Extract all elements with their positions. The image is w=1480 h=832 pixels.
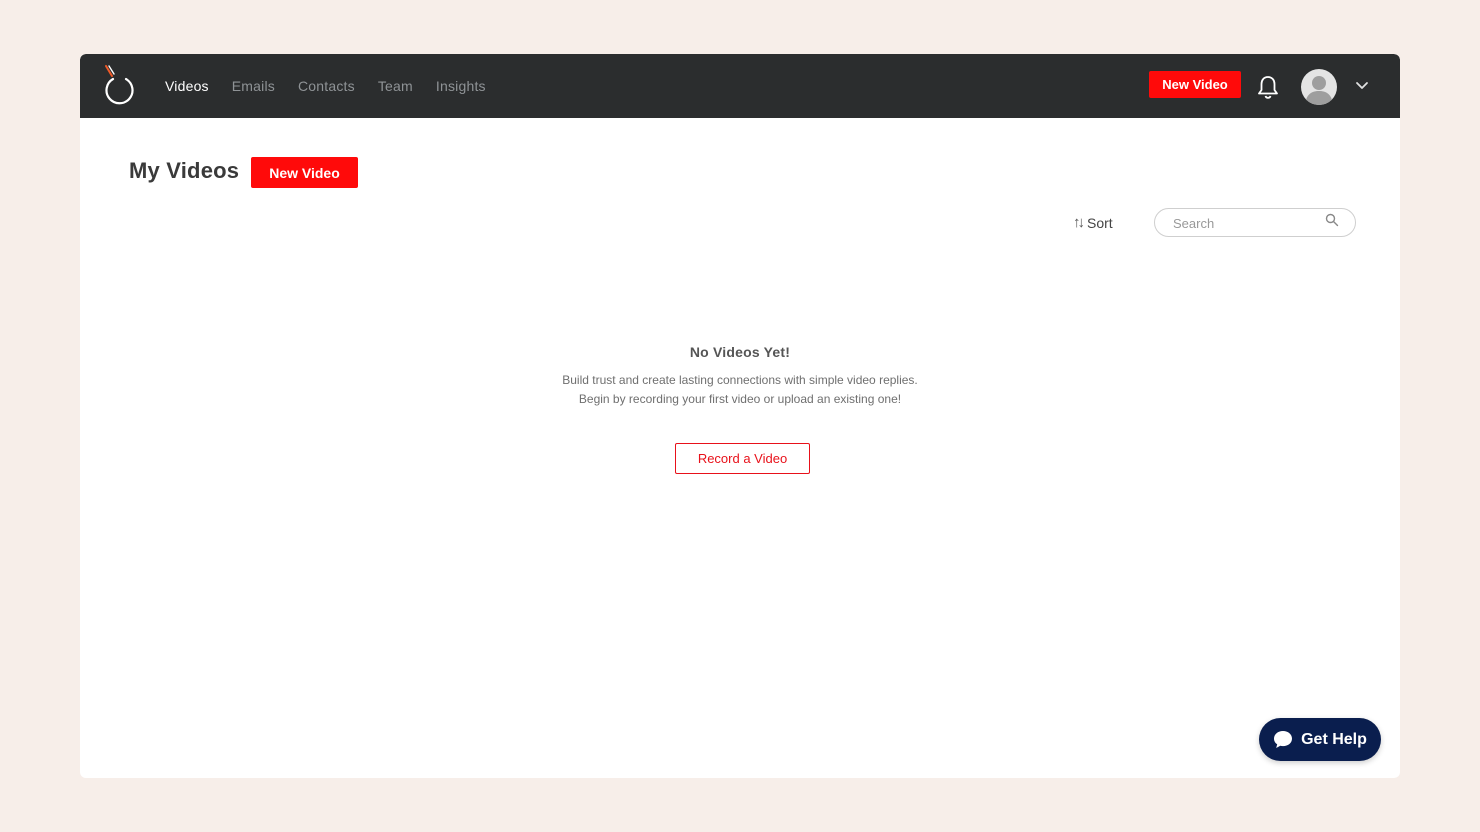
app-window: Videos Emails Contacts Team Insights New… [80,54,1400,778]
get-help-label: Get Help [1301,730,1367,748]
logo-icon[interactable] [100,64,140,108]
page-title: My Videos [129,158,240,183]
nav-insights[interactable]: Insights [436,78,486,94]
nav-emails[interactable]: Emails [232,78,275,94]
search-box [1154,208,1356,237]
sort-label: Sort [1087,214,1113,231]
avatar[interactable] [1301,69,1337,105]
user-silhouette-icon [1305,76,1333,105]
record-video-button[interactable]: Record a Video [675,443,810,474]
header-new-video-button[interactable]: New Video [1149,71,1241,98]
chevron-down-icon[interactable] [1355,80,1369,92]
empty-state-title: No Videos Yet! [689,344,791,360]
sort-arrows-icon: ↑↓ [1073,214,1085,231]
new-video-button[interactable]: New Video [251,157,358,188]
nav-videos[interactable]: Videos [165,78,209,94]
chat-bubble-icon [1274,731,1293,748]
search-icon[interactable] [1325,213,1339,227]
nav-team[interactable]: Team [378,78,413,94]
nav-contacts[interactable]: Contacts [298,78,355,94]
main-nav: Videos Emails Contacts Team Insights [165,54,509,118]
empty-state-line-2: Begin by recording your first video or u… [578,392,902,406]
search-input[interactable] [1173,214,1323,232]
sort-button[interactable]: ↑↓ Sort [1073,214,1113,231]
top-navbar: Videos Emails Contacts Team Insights New… [80,54,1400,118]
bell-icon[interactable] [1256,74,1280,100]
empty-state-line-1: Build trust and create lasting connectio… [562,373,918,387]
get-help-button[interactable]: Get Help [1259,718,1381,761]
